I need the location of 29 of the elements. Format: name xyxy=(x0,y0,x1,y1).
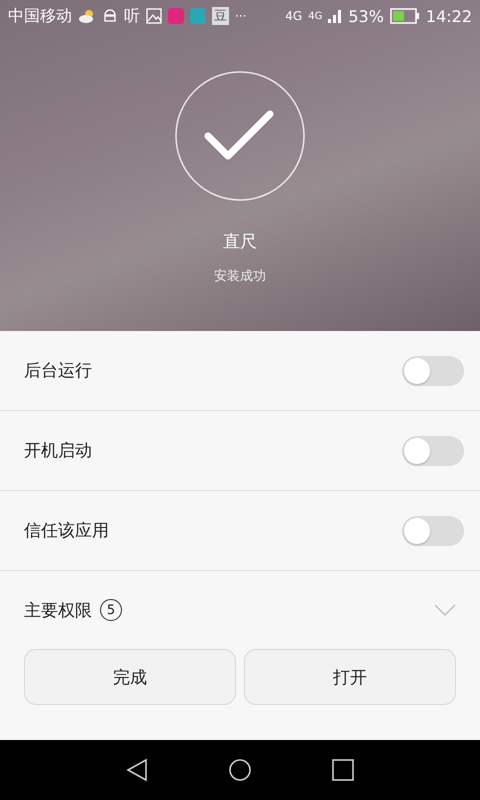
notification-text: 豆 xyxy=(212,7,229,25)
permission-count: 5 xyxy=(100,599,122,621)
setting-label: 开机启动 xyxy=(24,440,92,462)
recent-apps-icon[interactable] xyxy=(332,759,354,781)
permissions-label: 主要权限 xyxy=(24,600,92,622)
setting-label: 后台运行 xyxy=(24,360,92,382)
action-button[interactable]: 完成 xyxy=(24,649,236,705)
carrier-name: 中国移动 xyxy=(8,6,72,26)
action-button[interactable]: 打开 xyxy=(244,649,456,705)
toggle-switch[interactable] xyxy=(402,356,464,386)
weather-icon xyxy=(78,8,96,24)
setting-label: 信任该应用 xyxy=(24,520,109,542)
more-notifications: ··· xyxy=(235,9,246,23)
chevron-icon[interactable] xyxy=(434,604,456,616)
install-status: 安装成功 xyxy=(214,268,266,285)
network-type: 4G xyxy=(285,9,302,23)
toggle-switch[interactable] xyxy=(402,516,464,546)
app-name: 直尺 xyxy=(223,231,257,253)
battery-icon xyxy=(390,8,420,24)
clock-time: 14:22 xyxy=(426,6,472,26)
success-check-icon xyxy=(174,70,306,202)
image-icon xyxy=(146,8,162,24)
network-type: 4G xyxy=(308,10,322,22)
notification-text: 听 xyxy=(124,6,140,26)
signal-icon xyxy=(328,9,342,23)
toggle-switch[interactable] xyxy=(402,436,464,466)
battery-percent: 53% xyxy=(348,6,384,26)
back-icon[interactable] xyxy=(126,758,148,782)
home-icon[interactable] xyxy=(228,758,252,782)
